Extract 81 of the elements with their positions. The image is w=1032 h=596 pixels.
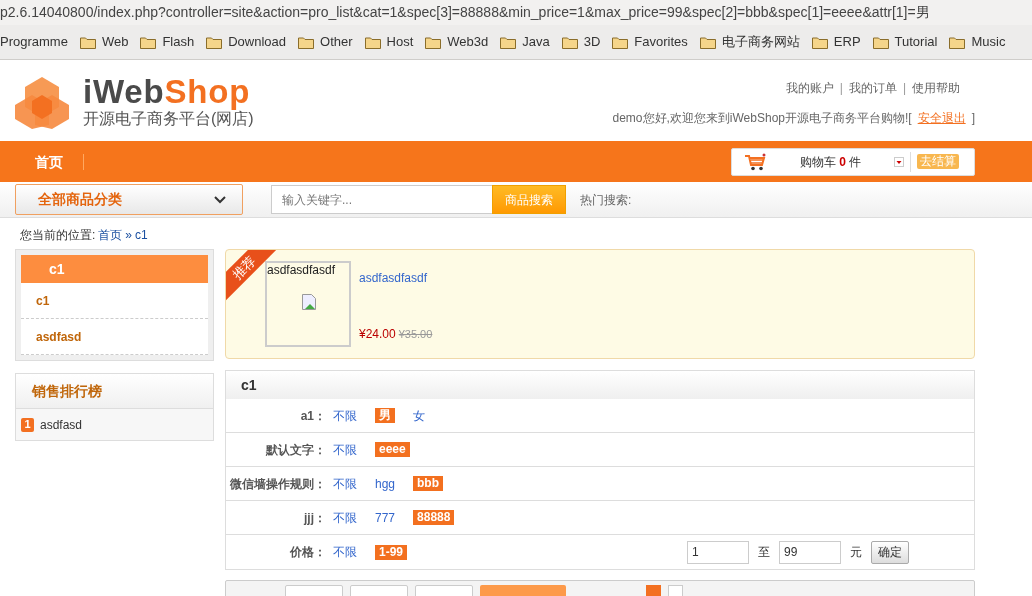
filter-label: 微信墙操作规则： [229,475,326,493]
folder-icon [364,35,381,49]
folder-icon [140,35,157,49]
original-price: ¥35.00 [398,327,433,342]
filter-option[interactable]: 不限 [333,440,357,459]
view-toggle[interactable] [646,585,661,596]
folder-icon [298,35,315,49]
category-title: c1 [21,255,208,283]
filter-option[interactable]: 不限 [333,543,357,561]
max-price-field[interactable]: 99 [779,540,841,564]
link-separator: | [902,80,906,97]
filter-option[interactable]: 不限 [333,474,357,493]
bookmark[interactable]: Download [206,32,287,52]
bookmark[interactable]: Programme [0,32,68,52]
bookmark[interactable]: Other [298,32,353,52]
product-image[interactable]: asdfasdfasdf [265,261,351,347]
bookmark[interactable]: Java [500,32,550,52]
range-separator: 至 [758,544,770,561]
bookmark[interactable]: 3D [561,32,601,52]
folder-icon [811,35,828,49]
logo-wordmark: iWebShop [83,74,252,109]
logo-icon [15,74,69,129]
breadcrumb-separator: » [125,226,133,244]
account-link[interactable]: 使用帮助 [912,79,960,97]
hot-search-label: 热门搜索: [580,191,632,209]
bookmark[interactable]: 电子商务网站 [699,32,800,52]
bookmark[interactable]: Host [364,32,414,52]
filter-label: a1： [299,407,326,425]
broken-image-icon [302,294,316,310]
folder-icon [561,35,578,49]
search-field[interactable]: 输入关键字... [271,185,492,214]
cart-label: 购物车 0 件 [800,153,862,171]
category-item[interactable]: c1 [21,283,208,319]
confirm-button[interactable]: 确定 [871,540,909,564]
filter-option[interactable]: 777 [375,508,396,527]
image-alt-text: asdfasdfasdf [267,263,337,277]
breadcrumb-label: 您当前的位置: [20,226,96,244]
welcome-text: demo您好,欢迎您来到iWebShop开源电子商务平台购物![ [612,110,912,127]
folder-icon [612,35,629,49]
folder-icon [206,35,223,49]
bracket-text: ] [971,110,975,127]
folder-icon [79,35,96,49]
filter-option[interactable]: 不限 [333,508,357,527]
sales-rank-title: 销售排行榜 [16,374,213,409]
min-price-field[interactable]: 1 [687,540,749,564]
bookmark[interactable]: ERP [811,32,861,52]
rank-item[interactable]: asdfasd [40,415,83,434]
folder-icon [949,35,966,49]
filter-label: jjj： [302,509,326,527]
category-item[interactable]: asdfasd [21,319,208,355]
rank-badge: 1 [21,417,34,432]
product-name-link[interactable]: asdfasdfasdf [359,269,433,287]
filter-option[interactable]: hgg [375,474,396,493]
bookmark[interactable]: Music [949,32,1006,52]
bookmark[interactable]: Web [79,32,129,52]
breadcrumb-link[interactable]: 首页 [98,225,123,244]
filter-label: 默认文字： [265,441,326,459]
bookmark[interactable]: Favorites [612,32,688,52]
filter-option[interactable]: 不限 [333,406,357,425]
address-bar[interactable]: p2.6.14040800/index.php?controller=site&action=pro_list&cat=1&spec[3]=88888&min_price=1&max_price=99&spec[2]=bbb&spec[1]=eeee&attr[1]=男 [0,0,1032,25]
cart-icon [744,152,766,171]
folder-icon [500,35,517,49]
folder-icon [425,35,442,49]
breadcrumb-link[interactable]: c1 [135,225,148,244]
sale-price: ¥24.00 [359,326,396,343]
dropdown-icon[interactable] [894,156,905,167]
bookmark[interactable]: Flash [140,32,195,52]
logo-tagline: 开源电子商务平台(网店) [83,109,254,129]
account-link[interactable]: 我的账户 [785,79,834,97]
bookmark[interactable]: Tutorial [872,32,938,52]
bookmark[interactable]: Web3d [425,32,489,52]
folder-icon [699,35,716,49]
currency-unit: 元 [850,544,862,561]
account-link[interactable]: 我的订单 [848,79,897,97]
view-toggle[interactable] [668,585,683,596]
chevron-down-icon [214,195,226,204]
link-separator: | [839,80,843,97]
filter-label: 价格： [289,544,326,561]
filter-option[interactable]: 女 [413,406,425,425]
cart-box[interactable]: 购物车 0 件 去结算 [731,147,975,176]
folder-icon [872,35,889,49]
